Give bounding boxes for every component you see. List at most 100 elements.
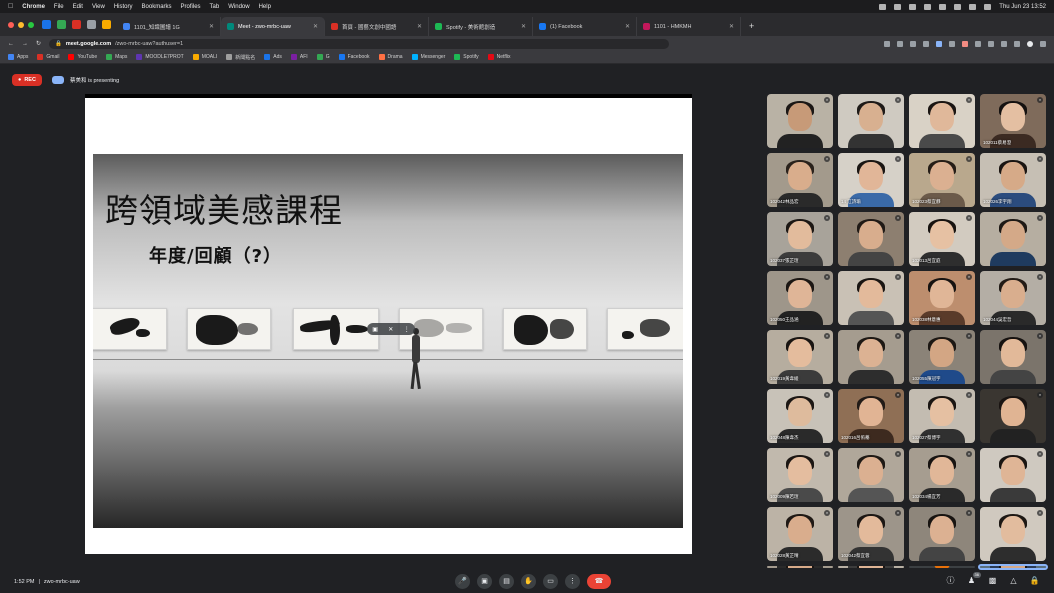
presentation-view[interactable]: 跨領域美感課程 年度/回顧（?） ▣ ✕ ⋮: [85, 98, 692, 554]
pinned-tab[interactable]: [57, 20, 66, 29]
self-video-tile[interactable]: [978, 564, 1048, 570]
more-icon[interactable]: ⋮: [565, 574, 580, 589]
menu-bookmarks[interactable]: Bookmarks: [142, 4, 172, 10]
participant-tile[interactable]: × 102050王品涵: [767, 271, 833, 325]
bookmark-item[interactable]: Spotify: [454, 54, 479, 60]
close-tab-icon[interactable]: ✕: [209, 23, 214, 30]
bookmark-item[interactable]: Apps: [8, 54, 28, 60]
browser-tab[interactable]: 1101_知識圖譜 1G ✕: [117, 17, 221, 36]
browser-tab[interactable]: Meet - zwo-mrbc-uaw ✕: [221, 17, 325, 36]
profile-icon[interactable]: [1027, 40, 1033, 47]
present-icon[interactable]: ▭: [543, 574, 558, 589]
participant-tile[interactable]: ×102077李佳穎: [767, 566, 833, 568]
close-window-icon[interactable]: [8, 21, 14, 28]
bookmark-item[interactable]: Facebook: [338, 54, 370, 60]
close-tab-icon[interactable]: ✕: [625, 23, 630, 30]
status-icon[interactable]: [894, 3, 902, 10]
activities-icon[interactable]: △: [1008, 574, 1019, 588]
people-icon[interactable]: ♟ 36: [966, 572, 981, 588]
participant-tile[interactable]: ×: [838, 330, 904, 384]
participant-tile[interactable]: ×: [980, 448, 1046, 502]
pinned-tab[interactable]: [72, 20, 81, 29]
extension-icon[interactable]: [1001, 40, 1007, 47]
participant-tile[interactable]: × 102011蔡易澄: [980, 94, 1046, 148]
menu-edit[interactable]: Edit: [73, 4, 83, 10]
participant-tile[interactable]: ×: [838, 448, 904, 502]
participant-tile[interactable]: × 102034楊宜芳: [909, 448, 975, 502]
participant-tile[interactable]: × 102055陳冠宇: [909, 330, 975, 384]
bookmark-item[interactable]: Maps: [106, 54, 127, 60]
participant-tile[interactable]: × 102042林品宏: [767, 153, 833, 207]
participant-tile[interactable]: ×: [838, 212, 904, 266]
apple-icon[interactable]: : [8, 3, 13, 10]
menu-tab[interactable]: Tab: [210, 4, 220, 10]
participant-tile[interactable]: × 102016呂侑蓁: [838, 389, 904, 443]
extension-icon[interactable]: [975, 40, 981, 47]
pin-icon[interactable]: ▣: [372, 326, 378, 333]
extension-icon[interactable]: [962, 40, 968, 47]
bookmark-item[interactable]: 新聞點名: [226, 54, 255, 61]
bookmark-item[interactable]: Ads: [264, 54, 282, 60]
participant-tile[interactable]: ×: [980, 389, 1046, 443]
participant-tile[interactable]: × 102026李宇翔: [980, 153, 1046, 207]
menu-kebab-icon[interactable]: [1040, 40, 1046, 47]
reload-icon[interactable]: ↻: [36, 40, 41, 47]
bookmark-item[interactable]: Gmail: [37, 54, 59, 60]
captions-icon[interactable]: ▤: [499, 574, 514, 589]
participant-tile[interactable]: ×: [980, 212, 1046, 266]
browser-tab[interactable]: (1) Facebook ✕: [533, 17, 637, 36]
extension-icon[interactable]: [936, 40, 942, 47]
bookmark-item[interactable]: Messenger: [411, 54, 445, 60]
participant-tile[interactable]: ×102090李軒宇: [838, 566, 904, 568]
participant-tile[interactable]: ×: [980, 507, 1046, 561]
participant-tile[interactable]: ×: [980, 330, 1046, 384]
bookmark-item[interactable]: MOALI: [192, 54, 217, 60]
participant-tile[interactable]: × 14 江詩瑜: [838, 153, 904, 207]
extension-icon[interactable]: [949, 40, 955, 47]
address-bar[interactable]: 🔒 meet.google.com/zwo-mrbc-uaw?authuser=…: [49, 38, 670, 49]
participant-tile[interactable]: × 102042蔡宜蓉: [838, 507, 904, 561]
close-tab-icon[interactable]: ✕: [313, 23, 318, 30]
browser-tab[interactable]: Spotify - 美術館創造 ✕: [429, 17, 533, 36]
bookmark-item[interactable]: YouTube: [68, 54, 97, 60]
meeting-details[interactable]: 1:52 PM | zwo-mrbc-uaw: [14, 579, 80, 585]
raise-hand-icon[interactable]: ✋: [521, 574, 536, 589]
bookmark-item[interactable]: Drama: [378, 54, 403, 60]
bookmark-item[interactable]: G: [316, 54, 330, 60]
menu-view[interactable]: View: [92, 4, 105, 10]
chat-icon[interactable]: ▩: [987, 574, 998, 588]
control-center-icon[interactable]: [984, 3, 992, 10]
pinned-tab[interactable]: [42, 20, 51, 29]
participant-tile[interactable]: × 102037張芷瑄: [767, 212, 833, 266]
participant-tile[interactable]: × 102044吳宏哲: [980, 271, 1046, 325]
close-tab-icon[interactable]: ✕: [417, 23, 422, 30]
participant-tile[interactable]: ×: [838, 94, 904, 148]
close-tab-icon[interactable]: ✕: [729, 23, 734, 30]
wifi-icon[interactable]: [969, 3, 977, 10]
extension-icon[interactable]: [923, 40, 929, 47]
zoom-window-icon[interactable]: [28, 21, 34, 28]
status-icon[interactable]: [909, 3, 917, 10]
status-icon[interactable]: [924, 3, 932, 10]
status-icon[interactable]: [939, 3, 947, 10]
participant-tile[interactable]: × 102027蔡博宇: [909, 389, 975, 443]
mic-icon[interactable]: 🎤: [455, 574, 470, 589]
new-tab-button[interactable]: +: [741, 17, 762, 36]
menu-window[interactable]: Window: [228, 4, 249, 10]
minimize-window-icon[interactable]: [18, 21, 24, 28]
menu-history[interactable]: History: [114, 4, 133, 10]
pinned-tab[interactable]: [87, 20, 96, 29]
status-icon[interactable]: [879, 3, 887, 10]
menu-profiles[interactable]: Profiles: [181, 4, 201, 10]
extension-icon[interactable]: [910, 40, 916, 47]
participant-tile[interactable]: × 102048陳韋杰: [767, 389, 833, 443]
participant-tile[interactable]: × 102038林意惠: [909, 271, 975, 325]
participant-tile[interactable]: × 102019黃韋綾: [767, 330, 833, 384]
participant-tile[interactable]: ×: [767, 94, 833, 148]
bookmark-item[interactable]: Netflix: [487, 54, 511, 60]
bookmark-item[interactable]: AFI: [290, 54, 308, 60]
participant-tile[interactable]: ×102107林思蕾: [909, 566, 975, 568]
extension-icon[interactable]: [1014, 40, 1020, 47]
camera-icon[interactable]: ▣: [477, 574, 492, 589]
menu-app-name[interactable]: Chrome: [22, 4, 45, 10]
